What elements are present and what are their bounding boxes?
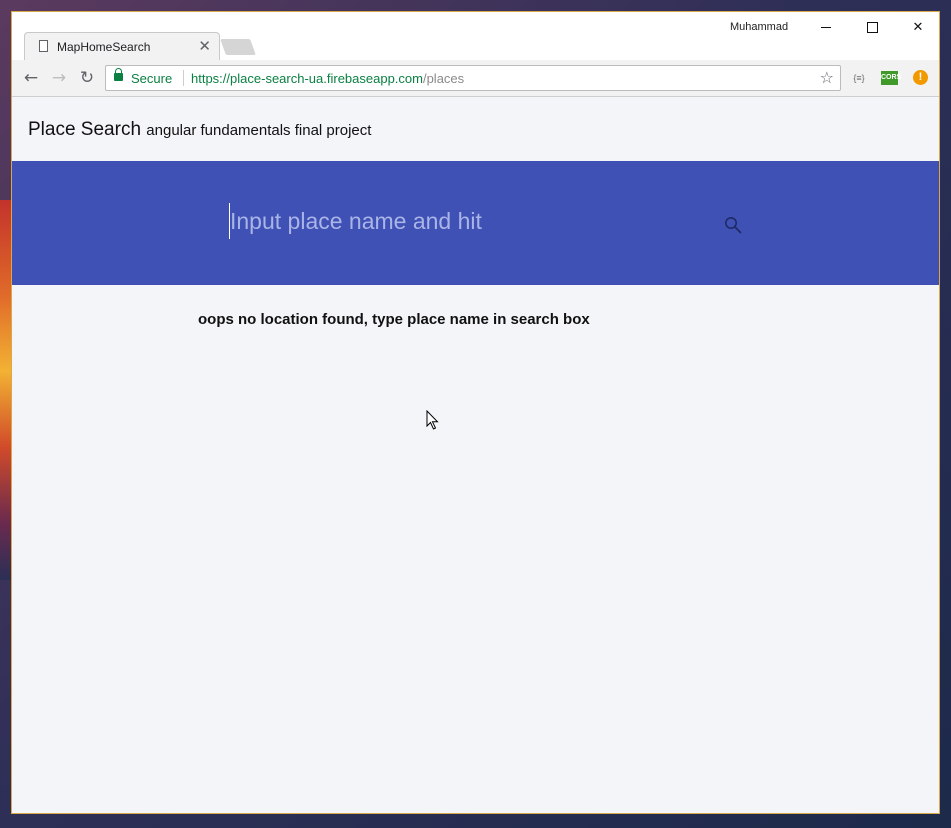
profile-name[interactable]: Muhammad (730, 21, 788, 33)
page-title: Place Search angular fundamentals final … (28, 119, 371, 141)
forward-icon[interactable]: → (49, 68, 69, 88)
maximize-button[interactable] (849, 12, 895, 42)
empty-results-message: oops no location found, type place name … (198, 311, 590, 328)
address-bar[interactable]: Secure https://place-search-ua.firebasea… (105, 65, 841, 91)
new-tab-button[interactable] (220, 39, 256, 55)
page-icon (39, 40, 48, 52)
browser-toolbar: ← → ↻ Secure https://place-search-ua.fir… (12, 60, 939, 97)
title-bar: MapHomeSearch ✕ Muhammad ✕ (12, 12, 939, 60)
minimize-button[interactable] (803, 12, 849, 42)
url-text[interactable]: https://place-search-ua.firebaseapp.com/… (191, 71, 464, 86)
lock-icon (114, 68, 123, 81)
url-host: place-search-ua.firebaseapp.com (230, 71, 423, 86)
json-extension-icon[interactable]: {≡} (850, 71, 868, 85)
close-tab-icon[interactable]: ✕ (198, 37, 211, 55)
maximize-icon (866, 21, 878, 33)
browser-window: MapHomeSearch ✕ Muhammad ✕ ← → ↻ Secure … (11, 11, 940, 814)
search-icon[interactable] (724, 216, 742, 234)
close-window-button[interactable]: ✕ (895, 12, 939, 42)
address-divider (183, 70, 184, 86)
page-header: Place Search angular fundamentals final … (12, 97, 939, 161)
secure-label[interactable]: Secure (131, 71, 172, 86)
cors-extension-icon[interactable]: CORS (881, 71, 901, 85)
alert-extension-icon[interactable]: ! (913, 70, 928, 85)
app-title: Place Search (28, 119, 142, 140)
minimize-icon (821, 26, 831, 28)
search-input[interactable] (229, 203, 710, 239)
back-icon[interactable]: ← (21, 68, 41, 88)
mouse-cursor-icon (426, 410, 439, 430)
tab-title: MapHomeSearch (57, 40, 151, 54)
app-subtitle: angular fundamentals final project (146, 122, 372, 139)
star-icon[interactable]: ☆ (820, 68, 834, 87)
url-scheme: https:// (191, 71, 231, 86)
url-path: /places (422, 71, 465, 86)
search-banner (12, 161, 939, 285)
reload-icon[interactable]: ↻ (77, 68, 97, 88)
close-icon: ✕ (912, 19, 924, 35)
browser-tab[interactable]: MapHomeSearch ✕ (24, 32, 220, 60)
